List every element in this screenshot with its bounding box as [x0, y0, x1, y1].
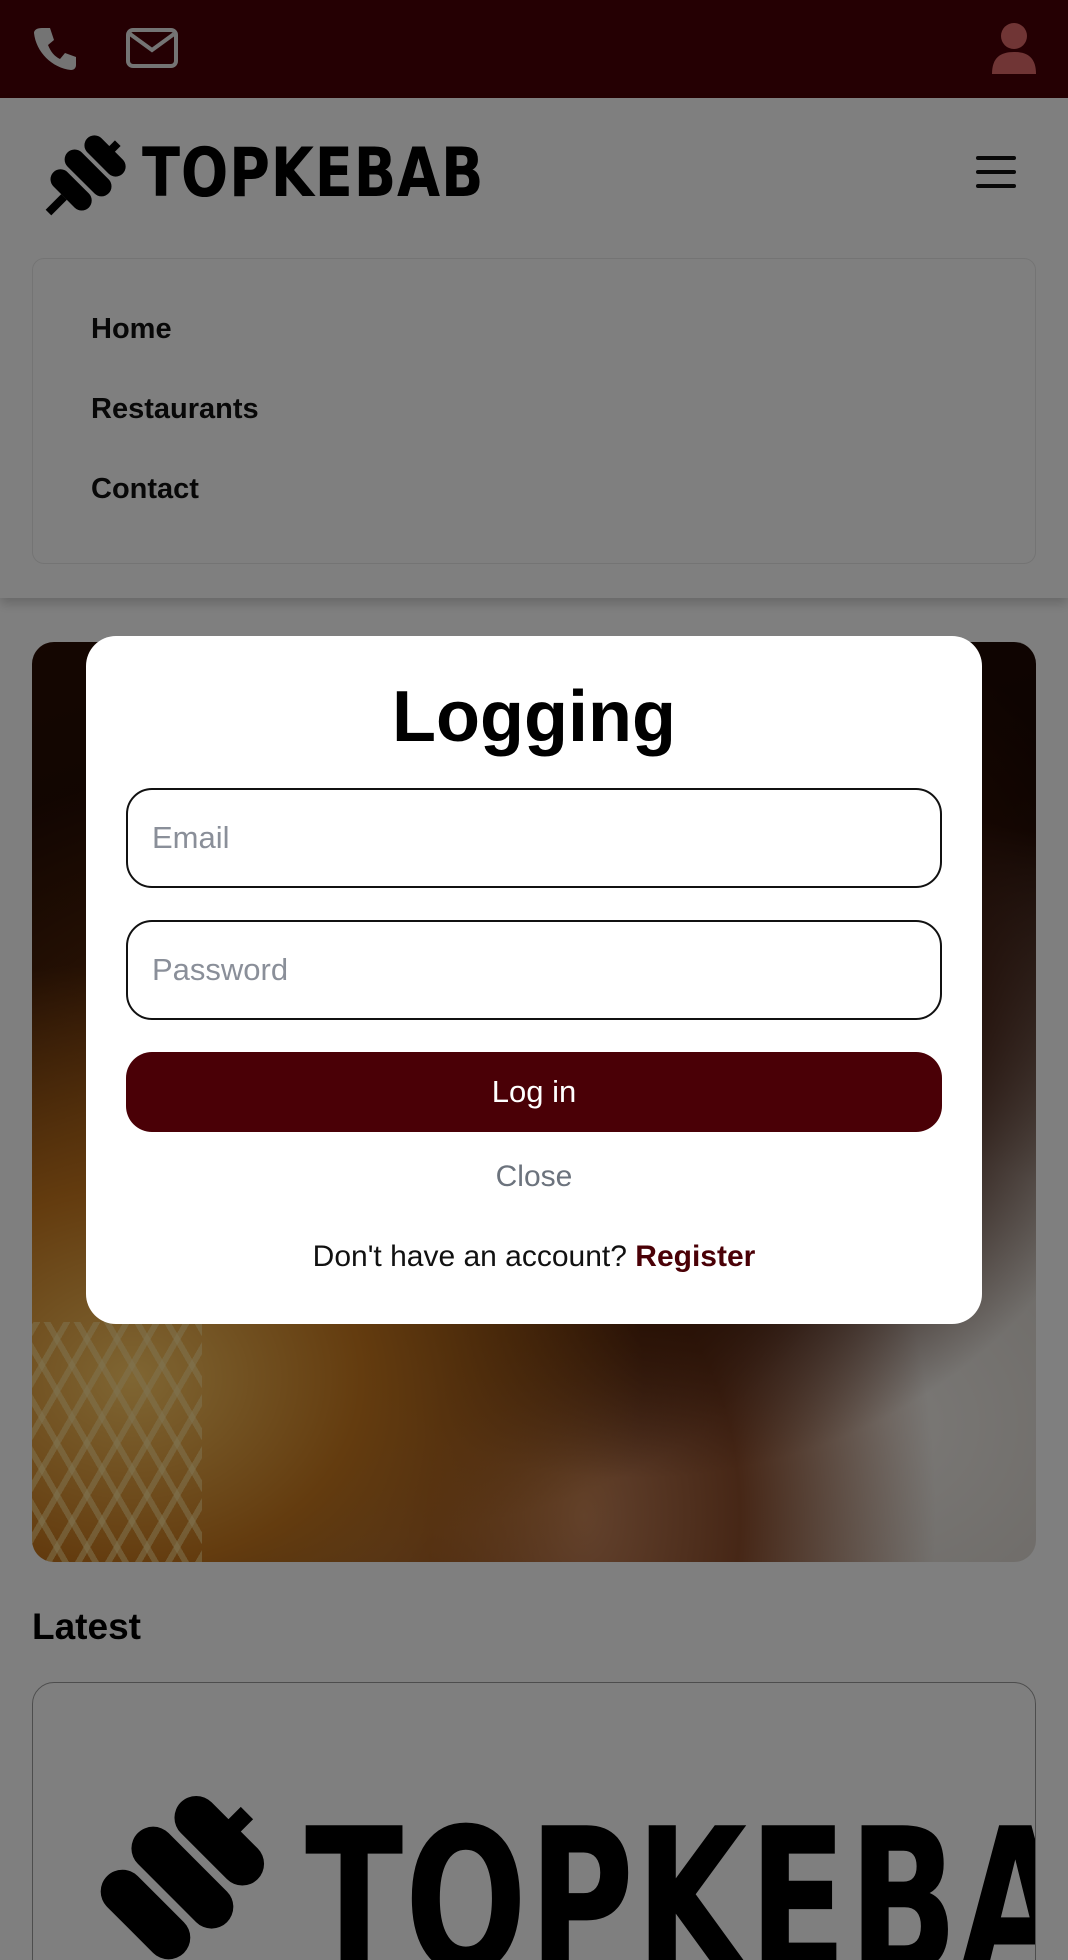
register-prompt-text: Don't have an account?: [312, 1240, 627, 1273]
modal-title: Logging: [392, 677, 676, 757]
register-prompt-line: Don't have an account? Register: [86, 1240, 982, 1274]
login-modal: Logging Log in Close Don't have an accou…: [86, 636, 982, 1324]
close-button[interactable]: Close: [86, 1160, 982, 1194]
register-link[interactable]: Register: [635, 1240, 755, 1273]
password-field[interactable]: [126, 920, 942, 1020]
email-field[interactable]: [126, 788, 942, 888]
login-button[interactable]: Log in: [126, 1052, 942, 1132]
